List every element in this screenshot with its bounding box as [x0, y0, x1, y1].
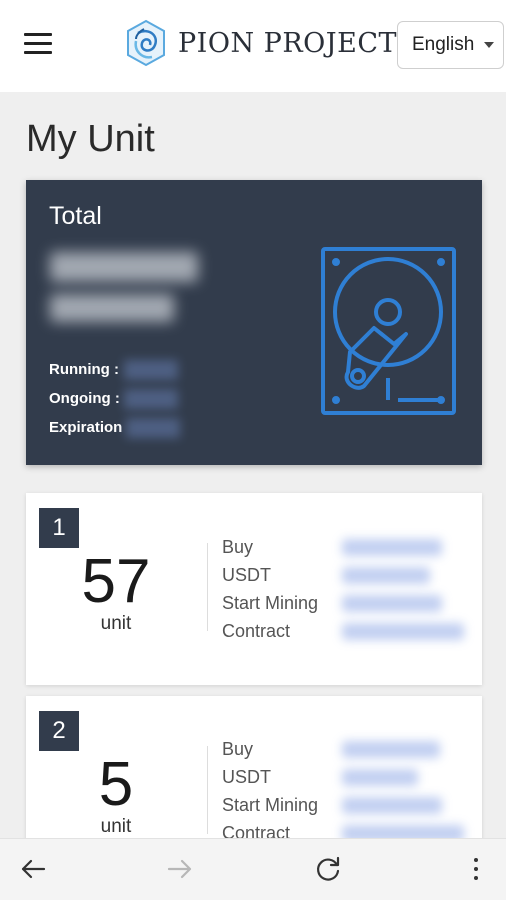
ongoing-label: Ongoing :	[49, 390, 120, 407]
unit-index-badge: 2	[39, 711, 79, 751]
redacted-running-value	[124, 360, 178, 380]
field-start-mining-label: Start Mining	[222, 795, 319, 815]
unit-label: unit	[100, 613, 132, 634]
redacted-expiration-value	[126, 418, 180, 438]
running-label: Running :	[49, 361, 119, 378]
redacted-ongoing-value	[124, 389, 178, 409]
language-select[interactable]: English	[397, 21, 504, 69]
field-usdt-label: USDT	[222, 565, 271, 585]
redacted-value	[342, 797, 442, 814]
redacted-value	[342, 741, 440, 758]
redacted-value	[342, 567, 430, 584]
more-vertical-icon[interactable]	[461, 854, 491, 884]
total-title: Total	[49, 202, 102, 230]
chevron-down-icon	[484, 42, 494, 48]
unit-card[interactable]: 1 57 unit Buy USDT Start Mining Contract	[26, 493, 482, 685]
brand-logo[interactable]: PION PROJECT	[124, 17, 397, 69]
reload-icon[interactable]	[313, 854, 343, 884]
field-start-mining-label: Start Mining	[222, 593, 319, 613]
expiration-label: Expiration	[49, 419, 123, 436]
field-buy-label: Buy	[222, 739, 254, 759]
arrow-right-icon[interactable]	[165, 854, 195, 884]
hamburger-menu-icon[interactable]	[24, 30, 52, 56]
unit-divider	[207, 746, 208, 834]
unit-count: 5	[98, 750, 134, 819]
unit-index-badge: 1	[39, 508, 79, 548]
arrow-left-icon[interactable]	[18, 854, 48, 884]
redacted-total-secondary	[50, 294, 174, 322]
redacted-value	[342, 595, 442, 612]
field-usdt-label: USDT	[222, 767, 271, 787]
redacted-value	[342, 539, 442, 556]
page-title: My Unit	[26, 118, 155, 160]
unit-label: unit	[100, 816, 132, 837]
hard-drive-icon	[321, 247, 456, 415]
language-value: English	[412, 34, 475, 55]
redacted-value	[342, 769, 418, 786]
field-contract-label: Contract	[222, 621, 291, 641]
field-buy-label: Buy	[222, 537, 254, 557]
unit-divider	[207, 543, 208, 631]
pion-logo-icon	[127, 19, 165, 67]
redacted-total-primary	[50, 252, 198, 282]
total-summary-card: Total Running : Ongoing : Expiration	[26, 180, 482, 465]
brand-name: PION PROJECT	[178, 27, 398, 59]
app-header: PION PROJECT English	[0, 0, 506, 92]
unit-count: 57	[81, 547, 151, 616]
browser-toolbar	[0, 838, 506, 900]
redacted-value	[342, 623, 464, 640]
